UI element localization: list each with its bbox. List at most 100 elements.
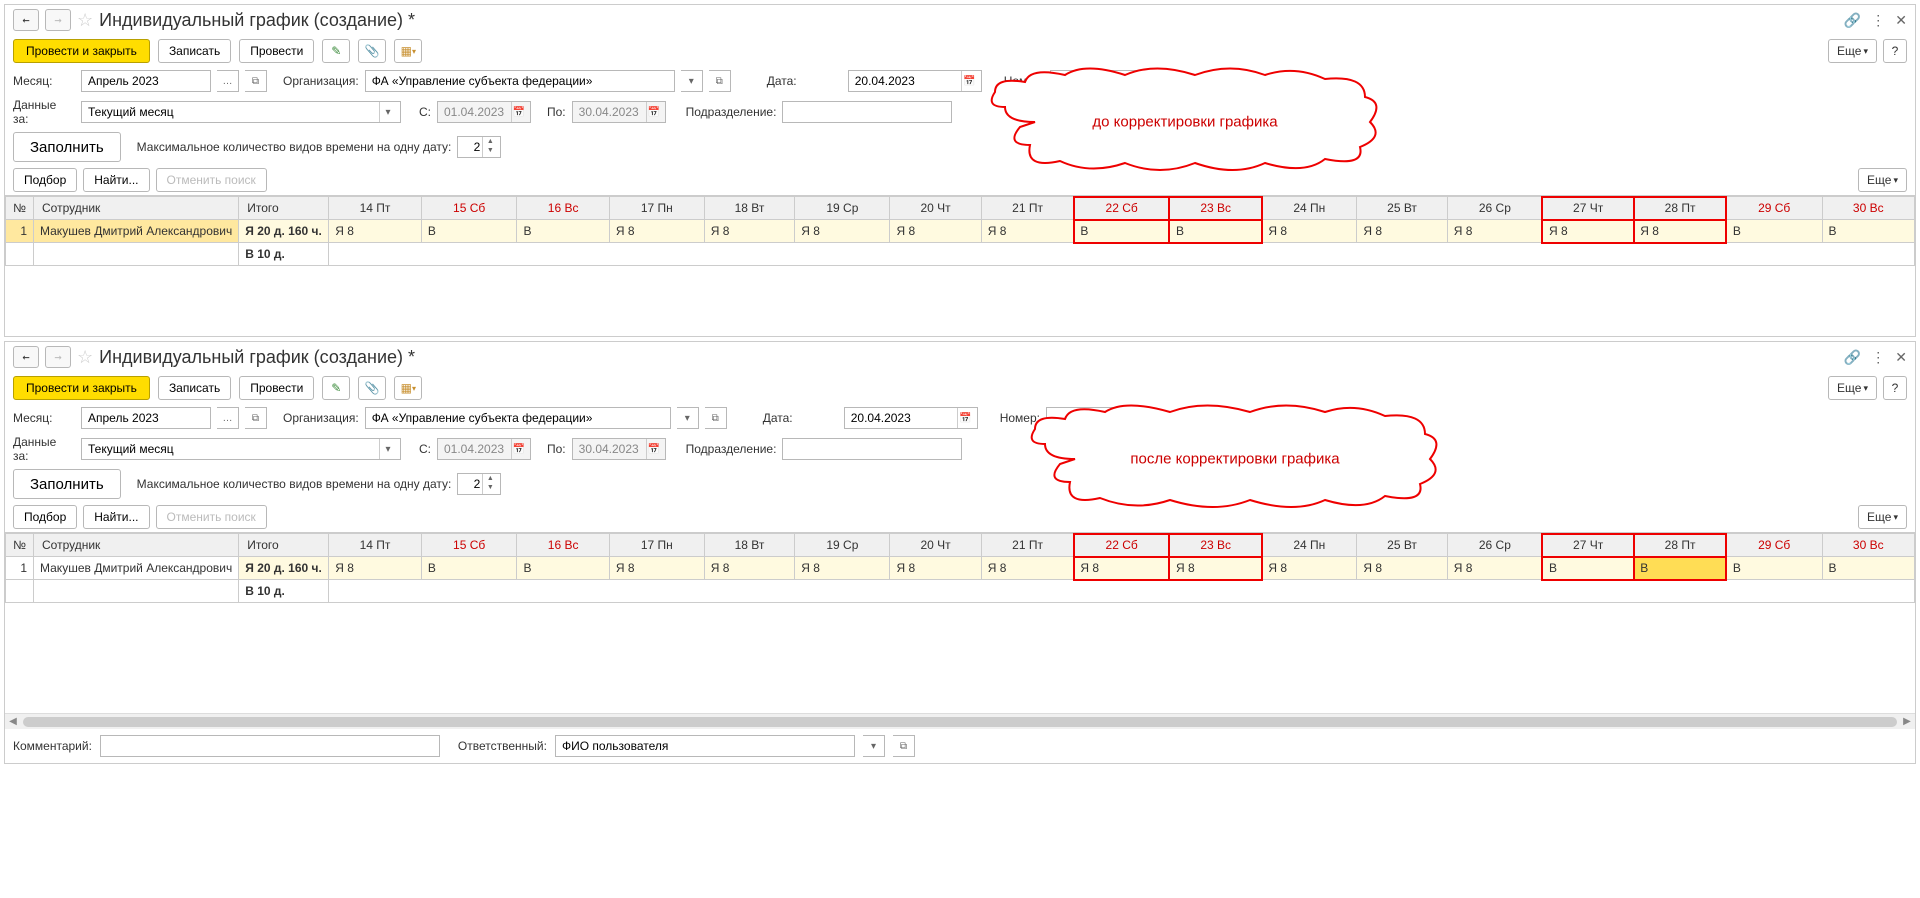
calendar-icon[interactable]: 📅: [957, 408, 973, 428]
col-day[interactable]: 20 Чт: [890, 197, 981, 220]
table-more-button[interactable]: Еще ▾: [1858, 168, 1907, 192]
cell-day[interactable]: В: [421, 557, 517, 580]
division-field[interactable]: [782, 438, 962, 460]
cell-day[interactable]: Я 8: [1262, 557, 1357, 580]
col-day[interactable]: 29 Сб: [1726, 534, 1822, 557]
cell-day[interactable]: Я 8: [1447, 220, 1542, 243]
cell-employee[interactable]: Макушев Дмитрий Александрович: [34, 220, 239, 243]
spinner-down[interactable]: ▼: [483, 483, 497, 492]
cell-day[interactable]: В: [517, 220, 609, 243]
col-day[interactable]: 18 Вт: [704, 197, 794, 220]
col-day[interactable]: 27 Чт: [1542, 534, 1633, 557]
cell-day[interactable]: Я 8: [1634, 220, 1727, 243]
max-types-spinner[interactable]: ▲▼: [457, 136, 501, 158]
table-row-2[interactable]: В 10 д.: [6, 243, 1915, 266]
col-day[interactable]: 28 Пт: [1634, 197, 1727, 220]
cell-day[interactable]: В: [1726, 557, 1822, 580]
col-day[interactable]: 21 Пт: [981, 534, 1074, 557]
col-day[interactable]: 18 Вт: [704, 534, 794, 557]
cell-day[interactable]: Я 8: [795, 220, 890, 243]
link-icon[interactable]: 🔗: [1844, 349, 1861, 366]
save-button[interactable]: Записать: [158, 39, 231, 63]
pick-button[interactable]: Подбор: [13, 168, 77, 192]
col-day[interactable]: 26 Ср: [1447, 197, 1542, 220]
cell-day[interactable]: Я 8: [890, 557, 981, 580]
cell-day[interactable]: Я 8: [1447, 557, 1542, 580]
star-icon[interactable]: ☆: [77, 347, 93, 368]
scroll-left-icon[interactable]: ◀: [5, 715, 21, 729]
table-row[interactable]: 1 Макушев Дмитрий Александрович Я 20 д. …: [6, 557, 1915, 580]
find-button[interactable]: Найти...: [83, 505, 149, 529]
cell-day[interactable]: Я 8: [1074, 557, 1170, 580]
cell-day[interactable]: В: [1169, 220, 1261, 243]
col-day[interactable]: 17 Пн: [609, 534, 704, 557]
col-day[interactable]: 19 Ср: [795, 534, 890, 557]
attach-icon-button[interactable]: 📎: [358, 39, 386, 63]
col-day[interactable]: 26 Ср: [1447, 534, 1542, 557]
cell-employee[interactable]: Макушев Дмитрий Александрович: [34, 557, 239, 580]
col-day[interactable]: 30 Вс: [1822, 197, 1915, 220]
col-day[interactable]: 28 Пт: [1634, 534, 1727, 557]
cell-total[interactable]: Я 20 д. 160 ч.: [239, 220, 329, 243]
cell-day[interactable]: В: [1542, 557, 1633, 580]
close-icon[interactable]: ✕: [1895, 349, 1907, 366]
table-row-2[interactable]: В 10 д.: [6, 580, 1915, 603]
org-field[interactable]: [365, 70, 675, 92]
month-ellipsis[interactable]: …: [217, 70, 239, 92]
horizontal-scrollbar[interactable]: ◀ ▶: [5, 713, 1915, 729]
col-day[interactable]: 16 Вс: [517, 534, 609, 557]
col-day[interactable]: 21 Пт: [981, 197, 1074, 220]
reports-icon-button[interactable]: ▦▾: [394, 376, 422, 400]
cell-day[interactable]: Я 8: [890, 220, 981, 243]
data-for-field[interactable]: ▾: [81, 101, 401, 123]
col-day[interactable]: 29 Сб: [1726, 197, 1822, 220]
post-button[interactable]: Провести: [239, 376, 314, 400]
scrollbar-thumb[interactable]: [23, 717, 1897, 727]
month-open[interactable]: ⧉: [245, 407, 267, 429]
help-button[interactable]: ?: [1883, 376, 1907, 400]
col-day[interactable]: 27 Чт: [1542, 197, 1633, 220]
cell-day[interactable]: Я 8: [981, 557, 1074, 580]
col-employee[interactable]: Сотрудник: [34, 197, 239, 220]
cell-day[interactable]: Я 8: [795, 557, 890, 580]
col-day[interactable]: 22 Сб: [1074, 534, 1170, 557]
responsible-open[interactable]: ⧉: [893, 735, 915, 757]
date-field[interactable]: 📅: [848, 70, 982, 92]
kebab-icon[interactable]: ⋮: [1871, 349, 1885, 366]
month-field[interactable]: [81, 407, 211, 429]
cell-day[interactable]: Я 8: [1542, 220, 1633, 243]
link-icon[interactable]: 🔗: [1844, 12, 1861, 29]
org-open[interactable]: ⧉: [709, 70, 731, 92]
save-button[interactable]: Записать: [158, 376, 231, 400]
edit-icon-button[interactable]: ✎: [322, 39, 350, 63]
spinner-down[interactable]: ▼: [483, 146, 497, 155]
cell-day[interactable]: В: [421, 220, 517, 243]
reports-icon-button[interactable]: ▦▾: [394, 39, 422, 63]
cell-day[interactable]: В: [1822, 557, 1915, 580]
pick-button[interactable]: Подбор: [13, 505, 77, 529]
col-day[interactable]: 14 Пт: [329, 197, 422, 220]
cell-day[interactable]: Я 8: [1357, 557, 1447, 580]
cell-day[interactable]: Я 8: [1262, 220, 1357, 243]
dropdown-icon[interactable]: ▾: [379, 439, 396, 459]
cell-day[interactable]: В: [1634, 557, 1727, 580]
col-day[interactable]: 25 Вт: [1357, 534, 1447, 557]
date-field[interactable]: 📅: [844, 407, 978, 429]
comment-field[interactable]: [100, 735, 440, 757]
help-button[interactable]: ?: [1883, 39, 1907, 63]
spinner-up[interactable]: ▲: [483, 474, 497, 483]
back-button[interactable]: ←: [13, 9, 39, 31]
attach-icon-button[interactable]: 📎: [358, 376, 386, 400]
spinner-up[interactable]: ▲: [483, 137, 497, 146]
col-day[interactable]: 19 Ср: [795, 197, 890, 220]
cell-day[interactable]: Я 8: [329, 557, 422, 580]
cell-day[interactable]: Я 8: [329, 220, 422, 243]
responsible-field[interactable]: [555, 735, 855, 757]
data-for-field[interactable]: ▾: [81, 438, 401, 460]
cell-day[interactable]: В: [1822, 220, 1915, 243]
table-row[interactable]: 1 Макушев Дмитрий Александрович Я 20 д. …: [6, 220, 1915, 243]
col-employee[interactable]: Сотрудник: [34, 534, 239, 557]
fill-button[interactable]: Заполнить: [13, 469, 121, 499]
cell-total2[interactable]: В 10 д.: [239, 243, 329, 266]
forward-button[interactable]: →: [45, 9, 71, 31]
